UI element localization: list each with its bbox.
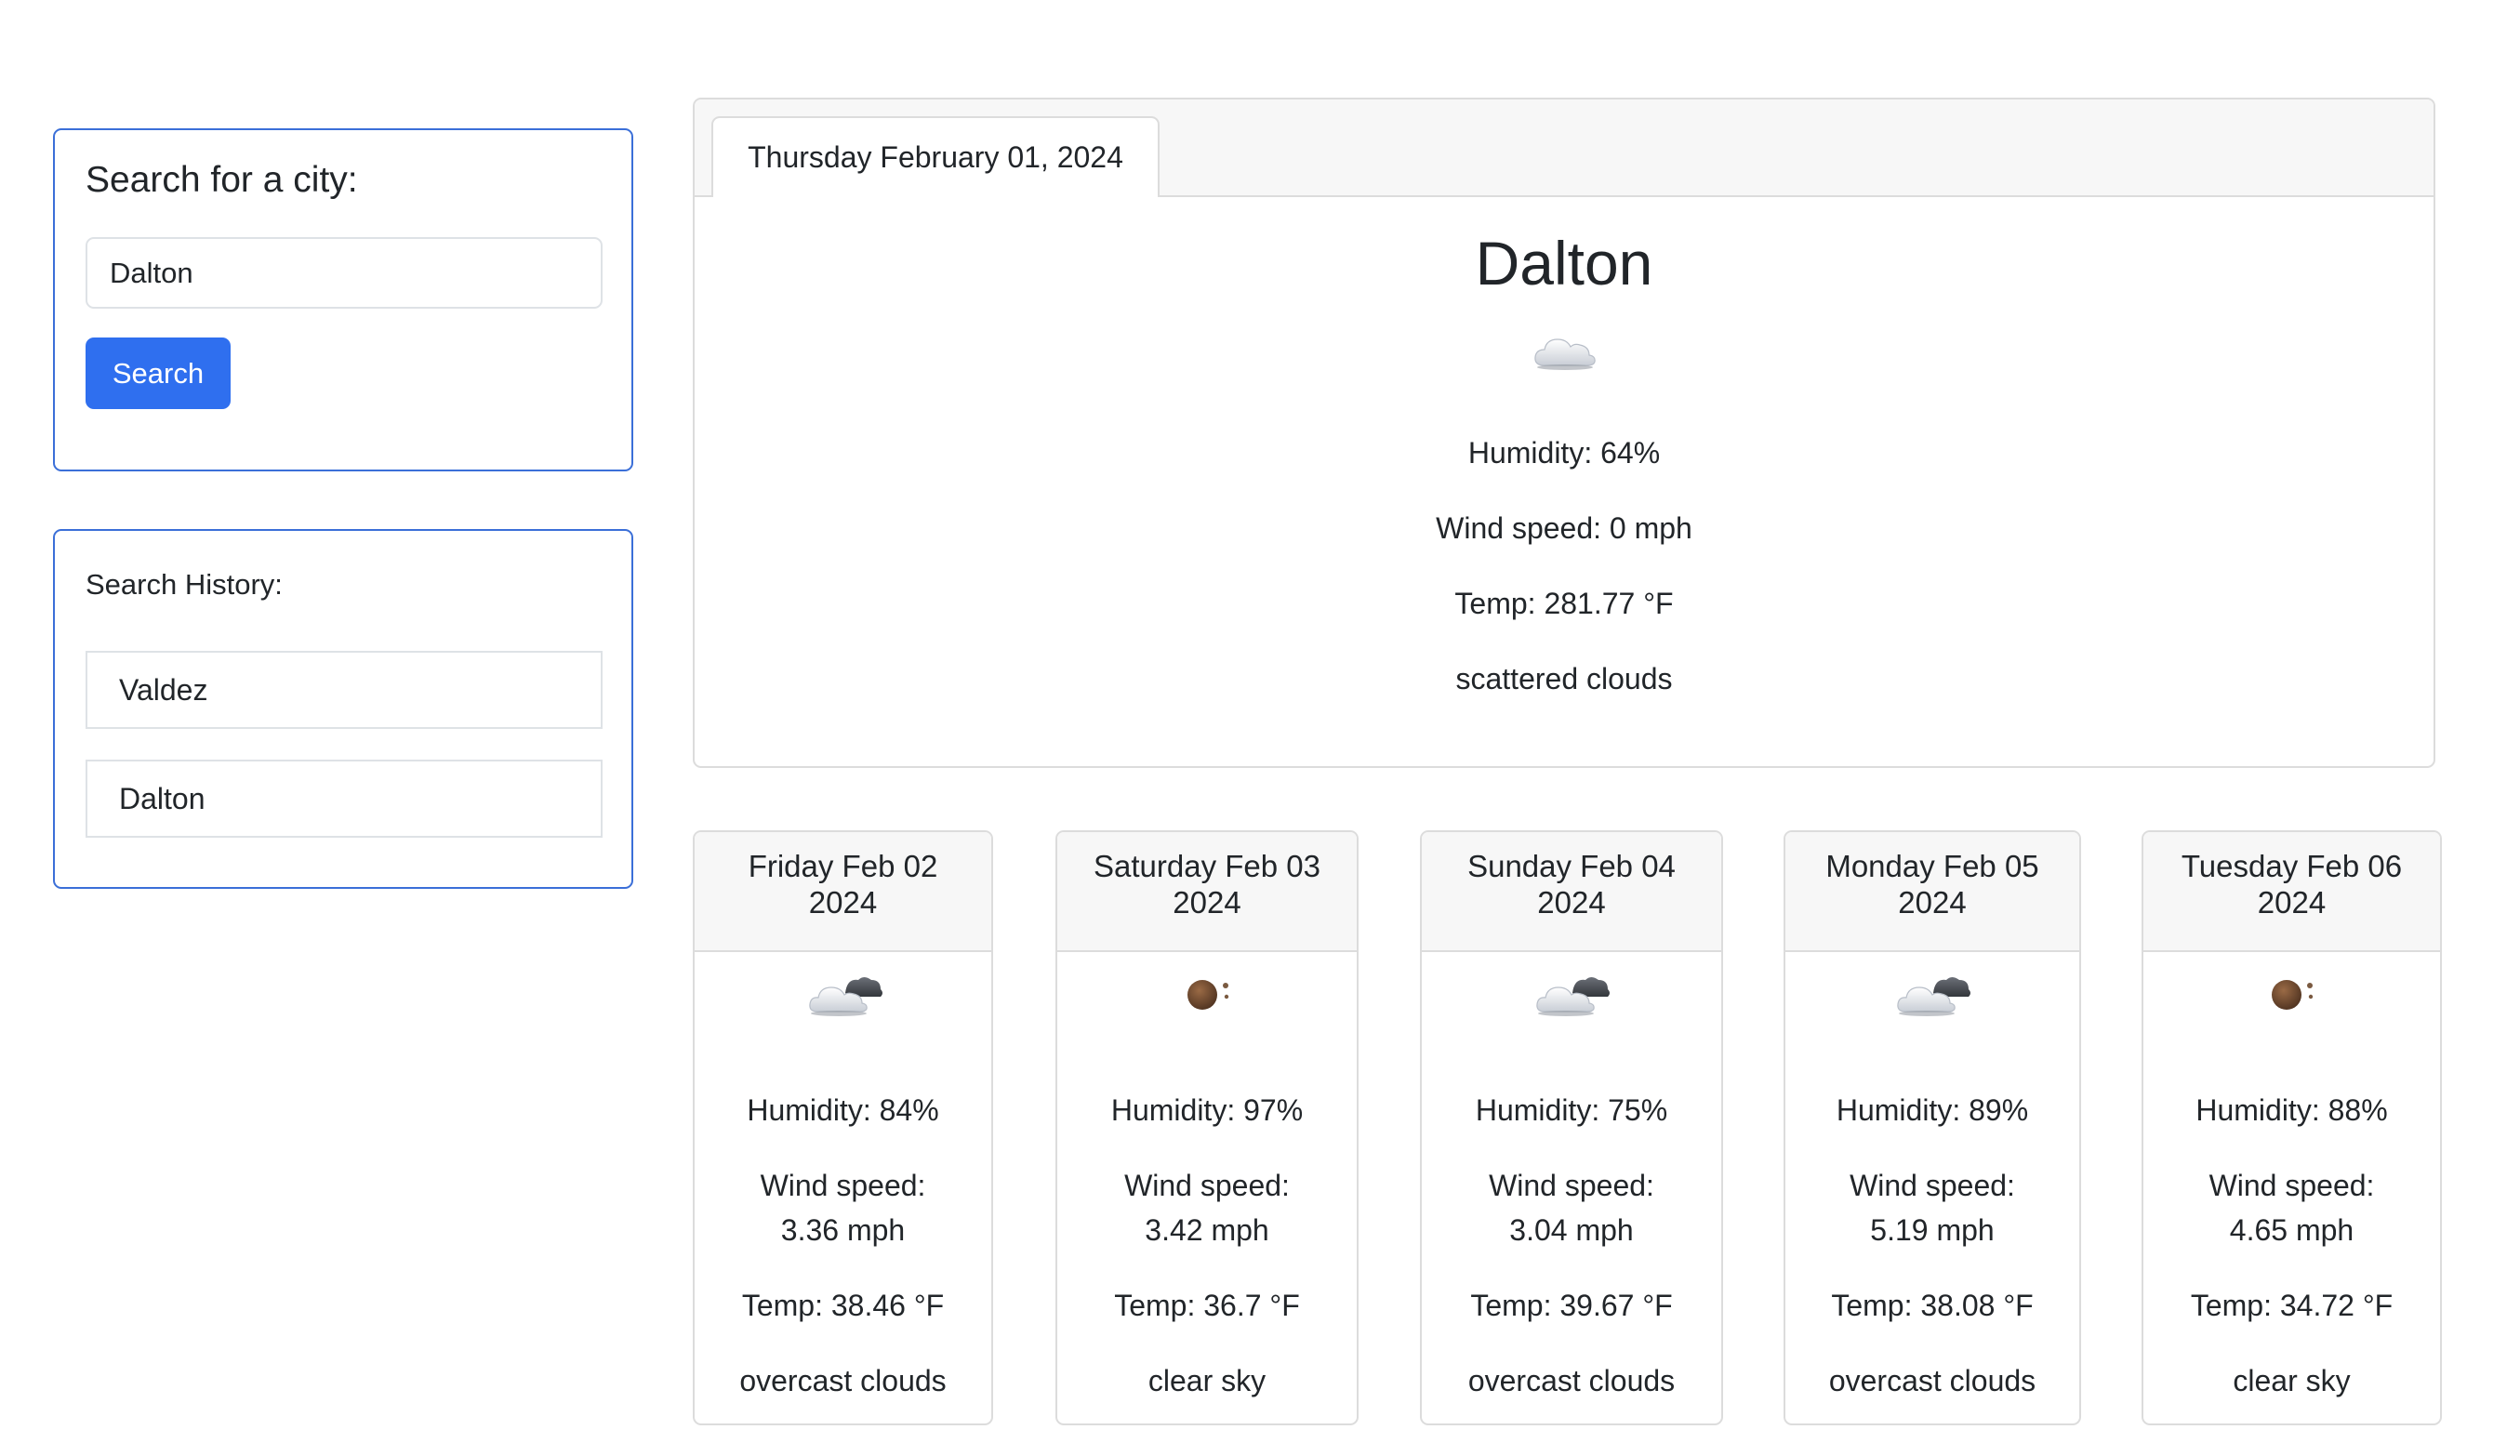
current-wind-speed: Wind speed: 0 mph — [1436, 511, 1692, 545]
forecast-description: overcast clouds — [1828, 1364, 2036, 1397]
forecast-wind-label: Wind speed: — [1489, 1169, 1654, 1202]
forecast-card-day4: Monday Feb 05 2024 Humidity: 89% Wind sp… — [1784, 830, 2081, 1425]
city-name: Dalton — [1475, 229, 1653, 298]
city-search-input[interactable] — [86, 237, 603, 309]
forecast-card-day3: Sunday Feb 04 2024 Humidity: 75% Wind sp… — [1420, 830, 1723, 1425]
overcast-clouds-icon — [1536, 977, 1610, 1016]
forecast-year-label: 2024 — [1173, 885, 1241, 920]
clear-sky-icon — [2272, 980, 2314, 1010]
forecast-day-label: Friday Feb 02 — [748, 849, 938, 883]
forecast-humidity: Humidity: 84% — [747, 1093, 939, 1127]
forecast-description: overcast clouds — [739, 1364, 947, 1397]
forecast-wind-label: Wind speed: — [760, 1169, 926, 1202]
forecast-date: Tuesday Feb 06 2024 — [2143, 832, 2440, 952]
forecast-wind-value: 3.04 mph — [1509, 1213, 1634, 1247]
forecast-year-label: 2024 — [1537, 885, 1606, 920]
forecast-temperature: Temp: 38.08 °F — [1831, 1289, 2034, 1322]
history-item-dalton[interactable]: Dalton — [86, 760, 603, 838]
forecast-year-label: 2024 — [808, 885, 878, 920]
forecast-day-label: Sunday Feb 04 — [1467, 849, 1676, 883]
current-date-tab[interactable]: Thursday February 01, 2024 — [711, 116, 1160, 197]
history-item-valdez[interactable]: Valdez — [86, 651, 603, 729]
forecast-temperature: Temp: 36.7 °F — [1114, 1289, 1300, 1322]
forecast-wind-value: 5.19 mph — [1870, 1213, 1995, 1247]
forecast-humidity: Humidity: 89% — [1836, 1093, 2029, 1127]
forecast-wind-value: 4.65 mph — [2229, 1213, 2354, 1247]
forecast-day-label: Tuesday Feb 06 — [2181, 849, 2403, 883]
forecast-wind-value: 3.42 mph — [1145, 1213, 1269, 1247]
forecast-wind-label: Wind speed: — [1850, 1169, 2015, 1202]
current-description: scattered clouds — [1455, 662, 1673, 695]
forecast-temperature: Temp: 39.67 °F — [1470, 1289, 1673, 1322]
search-history-title: Search History: — [86, 568, 283, 601]
overcast-clouds-icon — [1897, 977, 1970, 1016]
overcast-clouds-icon — [809, 977, 882, 1016]
current-humidity: Humidity: 64% — [1467, 436, 1661, 470]
search-history-panel: Search History: Valdez Dalton — [53, 529, 633, 889]
forecast-description: overcast clouds — [1467, 1364, 1676, 1397]
forecast-humidity: Humidity: 88% — [2195, 1093, 2388, 1127]
forecast-year-label: 2024 — [2257, 885, 2327, 920]
cloud-icon — [1534, 338, 1596, 370]
forecast-temperature: Temp: 38.46 °F — [741, 1289, 945, 1322]
forecast-wind-value: 3.36 mph — [780, 1213, 906, 1247]
forecast-year-label: 2024 — [1898, 885, 1967, 920]
forecast-description: clear sky — [1147, 1364, 1267, 1397]
forecast-card-day2: Saturday Feb 03 2024 Humidity: 97% Wind … — [1055, 830, 1359, 1425]
search-panel: Search for a city: Search — [53, 128, 633, 471]
search-button[interactable]: Search — [86, 338, 231, 409]
forecast-card-day5: Tuesday Feb 06 2024 Humidity: 88% Wind s… — [2142, 830, 2442, 1425]
forecast-card-day1: Friday Feb 02 2024 Humidity: 84% Wind sp… — [693, 830, 993, 1425]
forecast-wind-label: Wind speed: — [2208, 1169, 2375, 1202]
forecast-date: Saturday Feb 03 2024 — [1057, 832, 1357, 952]
clear-sky-icon — [1187, 980, 1229, 1010]
search-title: Search for a city: — [86, 160, 358, 200]
current-weather-card: Thursday February 01, 2024 Dalton Humidi… — [693, 98, 2435, 768]
forecast-humidity: Humidity: 97% — [1110, 1093, 1304, 1127]
forecast-date: Friday Feb 02 2024 — [695, 832, 991, 952]
forecast-description: clear sky — [2233, 1364, 2351, 1397]
forecast-day-label: Monday Feb 05 — [1825, 849, 2039, 883]
forecast-temperature: Temp: 34.72 °F — [2190, 1289, 2394, 1322]
forecast-day-label: Saturday Feb 03 — [1094, 849, 1320, 883]
forecast-wind-label: Wind speed: — [1124, 1169, 1290, 1202]
current-temperature: Temp: 281.77 °F — [1454, 587, 1674, 620]
forecast-date: Sunday Feb 04 2024 — [1422, 832, 1721, 952]
forecast-date: Monday Feb 05 2024 — [1785, 832, 2079, 952]
forecast-humidity: Humidity: 75% — [1475, 1093, 1668, 1127]
